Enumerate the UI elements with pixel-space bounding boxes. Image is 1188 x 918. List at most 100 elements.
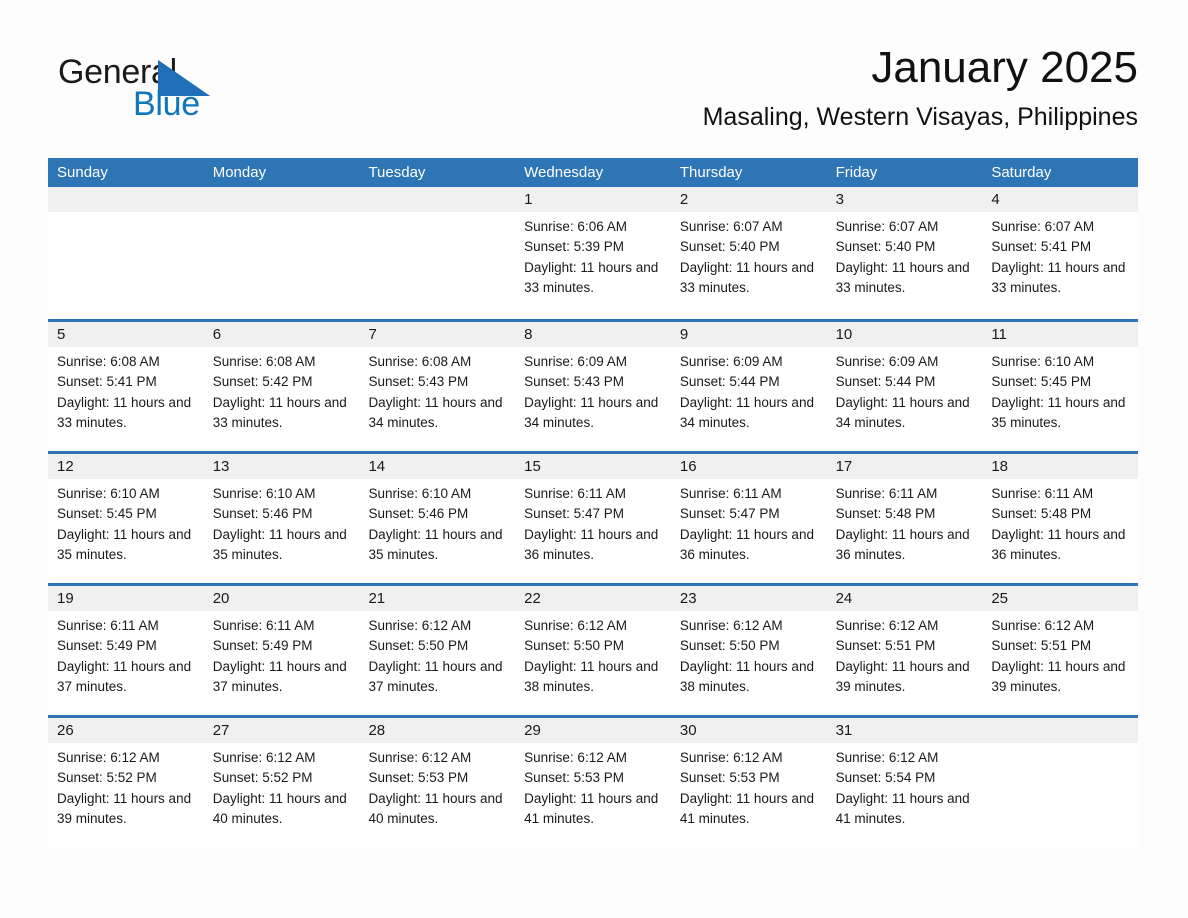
daylight-text: Daylight: 11 hours and 33 minutes. (524, 259, 659, 295)
daylight-text: Daylight: 11 hours and 34 minutes. (679, 394, 814, 430)
day-cell[interactable]: 4 Sunrise: 6:07 AM Sunset: 5:41 PM Daylight… (982, 187, 1139, 319)
day-cell-empty (359, 187, 516, 319)
day-details: Sunrise: 6:12 AM Sunset: 5:53 PM Daylight:… (515, 743, 671, 829)
day-cell[interactable]: 15 Sunrise: 6:11 AM Sunset: 5:47 PM Dayligh… (515, 454, 671, 583)
daylight-text: Daylight: 11 hours and 41 minutes. (524, 790, 659, 826)
sunset-text: Sunset: 5:49 PM (57, 638, 157, 654)
day-cell[interactable]: 3 Sunrise: 6:07 AM Sunset: 5:40 PM Daylight… (826, 187, 983, 319)
day-number: 23 (670, 586, 827, 611)
sunset-text: Sunset: 5:53 PM (524, 770, 624, 786)
daylight-text: Daylight: 11 hours and 33 minutes. (991, 259, 1126, 295)
general-blue-logo[interactable]: General Blue (58, 52, 318, 132)
sunrise-text: Sunrise: 6:10 AM (368, 486, 472, 501)
day-cell[interactable]: 5 Sunrise: 6:08 AM Sunset: 5:41 PM Daylight… (48, 322, 204, 451)
day-number: 24 (826, 586, 983, 611)
day-cell[interactable]: 19 Sunrise: 6:11 AM Sunset: 5:49 PM Dayligh… (48, 586, 204, 715)
sunrise-text: Sunrise: 6:12 AM (835, 618, 939, 633)
day-number: 31 (826, 718, 983, 743)
calendar-week-row: 19 Sunrise: 6:11 AM Sunset: 5:49 PM Dayligh… (48, 583, 1139, 715)
sunset-text: Sunset: 5:43 PM (368, 374, 469, 390)
daylight-text: Daylight: 11 hours and 36 minutes. (835, 526, 970, 562)
day-cell[interactable]: 13 Sunrise: 6:10 AM Sunset: 5:46 PM Dayligh… (203, 454, 360, 583)
sunset-text: Sunset: 5:46 PM (368, 506, 469, 522)
sunset-text: Sunset: 5:51 PM (991, 638, 1092, 654)
day-cell-empty (982, 718, 1139, 847)
sunrise-text: Sunrise: 6:10 AM (991, 354, 1095, 369)
day-number: 6 (203, 322, 360, 347)
sunrise-text: Sunrise: 6:11 AM (991, 486, 1094, 501)
day-cell[interactable]: 11 Sunrise: 6:10 AM Sunset: 5:45 PM Dayligh… (982, 322, 1139, 451)
day-cell[interactable]: 18 Sunrise: 6:11 AM Sunset: 5:48 PM Dayligh… (982, 454, 1139, 583)
day-cell[interactable]: 14 Sunrise: 6:10 AM Sunset: 5:46 PM Dayligh… (359, 454, 516, 583)
sunset-text: Sunset: 5:39 PM (524, 239, 624, 255)
day-details: Sunrise: 6:10 AM Sunset: 5:45 PM Daylight:… (48, 479, 204, 565)
day-details: Sunrise: 6:12 AM Sunset: 5:52 PM Daylight:… (204, 743, 360, 829)
day-number: 2 (670, 187, 827, 212)
sunset-text: Sunset: 5:52 PM (212, 770, 313, 786)
sunrise-text: Sunrise: 6:08 AM (212, 354, 316, 369)
day-number: 11 (982, 322, 1139, 347)
day-number (48, 187, 204, 212)
sunrise-text: Sunrise: 6:08 AM (368, 354, 472, 369)
day-details: Sunrise: 6:12 AM Sunset: 5:51 PM Daylight:… (827, 611, 983, 697)
day-cell[interactable]: 1 Sunrise: 6:06 AM Sunset: 5:39 PM Daylight… (515, 187, 671, 319)
day-cell-empty (203, 187, 360, 319)
day-number: 10 (826, 322, 983, 347)
sunset-text: Sunset: 5:47 PM (679, 506, 780, 522)
sunset-text: Sunset: 5:52 PM (57, 770, 157, 786)
day-number: 13 (203, 454, 360, 479)
sunset-text: Sunset: 5:40 PM (679, 239, 780, 255)
day-cell[interactable]: 7 Sunrise: 6:08 AM Sunset: 5:43 PM Daylight… (359, 322, 516, 451)
day-cell[interactable]: 30 Sunrise: 6:12 AM Sunset: 5:53 PM Dayligh… (670, 718, 827, 847)
day-details: Sunrise: 6:12 AM Sunset: 5:50 PM Daylight:… (359, 611, 515, 697)
day-cell[interactable]: 28 Sunrise: 6:12 AM Sunset: 5:53 PM Dayligh… (359, 718, 516, 847)
calendar-grid: Sunday Monday Tuesday Wednesday Thursday… (48, 158, 1139, 847)
day-cell[interactable]: 25 Sunrise: 6:12 AM Sunset: 5:51 PM Dayligh… (982, 586, 1139, 715)
day-cell[interactable]: 31 Sunrise: 6:12 AM Sunset: 5:54 PM Dayligh… (826, 718, 983, 847)
sunrise-text: Sunrise: 6:07 AM (679, 219, 783, 234)
day-cell[interactable]: 27 Sunrise: 6:12 AM Sunset: 5:52 PM Dayligh… (203, 718, 360, 847)
day-cell[interactable]: 20 Sunrise: 6:11 AM Sunset: 5:49 PM Dayligh… (203, 586, 360, 715)
sunrise-text: Sunrise: 6:09 AM (835, 354, 939, 369)
day-cell[interactable]: 6 Sunrise: 6:08 AM Sunset: 5:42 PM Daylight… (203, 322, 360, 451)
day-cell[interactable]: 26 Sunrise: 6:12 AM Sunset: 5:52 PM Dayligh… (48, 718, 204, 847)
sunrise-text: Sunrise: 6:09 AM (679, 354, 783, 369)
title-block: January 2025 Masaling, Western Visayas, … (703, 40, 1138, 134)
day-cell[interactable]: 12 Sunrise: 6:10 AM Sunset: 5:45 PM Dayligh… (48, 454, 204, 583)
daylight-text: Daylight: 11 hours and 36 minutes. (679, 526, 814, 562)
day-details: Sunrise: 6:07 AM Sunset: 5:40 PM Daylight:… (671, 212, 827, 298)
day-details: Sunrise: 6:11 AM Sunset: 5:49 PM Daylight:… (204, 611, 360, 697)
day-details: Sunrise: 6:08 AM Sunset: 5:42 PM Daylight:… (204, 347, 360, 433)
daylight-text: Daylight: 11 hours and 39 minutes. (991, 658, 1126, 694)
day-cell[interactable]: 8 Sunrise: 6:09 AM Sunset: 5:43 PM Daylight… (515, 322, 671, 451)
sunrise-text: Sunrise: 6:11 AM (212, 618, 315, 633)
calendar-week-row: 5 Sunrise: 6:08 AM Sunset: 5:41 PM Daylight… (48, 319, 1139, 451)
day-cell[interactable]: 10 Sunrise: 6:09 AM Sunset: 5:44 PM Dayligh… (826, 322, 983, 451)
daylight-text: Daylight: 11 hours and 41 minutes. (679, 790, 814, 826)
day-cell[interactable]: 24 Sunrise: 6:12 AM Sunset: 5:51 PM Dayligh… (826, 586, 983, 715)
day-cell[interactable]: 9 Sunrise: 6:09 AM Sunset: 5:44 PM Daylight… (670, 322, 827, 451)
sunrise-text: Sunrise: 6:07 AM (835, 219, 939, 234)
day-cell[interactable]: 2 Sunrise: 6:07 AM Sunset: 5:40 PM Daylight… (670, 187, 827, 319)
day-cell[interactable]: 23 Sunrise: 6:12 AM Sunset: 5:50 PM Dayligh… (670, 586, 827, 715)
day-cell[interactable]: 16 Sunrise: 6:11 AM Sunset: 5:47 PM Dayligh… (670, 454, 827, 583)
sunset-text: Sunset: 5:53 PM (679, 770, 780, 786)
sunrise-text: Sunrise: 6:11 AM (57, 618, 159, 633)
weekday-header-friday: Friday (835, 164, 878, 181)
weekday-header-tuesday: Tuesday (368, 164, 426, 181)
day-cell[interactable]: 29 Sunrise: 6:12 AM Sunset: 5:53 PM Dayligh… (515, 718, 671, 847)
page-subtitle: Masaling, Western Visayas, Philippines (702, 103, 1138, 131)
sunset-text: Sunset: 5:49 PM (212, 638, 313, 654)
sunset-text: Sunset: 5:40 PM (835, 239, 936, 255)
sunset-text: Sunset: 5:43 PM (524, 374, 624, 390)
sunrise-text: Sunrise: 6:12 AM (835, 750, 939, 765)
day-cell-empty (48, 187, 204, 319)
page-title: January 2025 (871, 43, 1138, 92)
day-cell[interactable]: 17 Sunrise: 6:11 AM Sunset: 5:48 PM Dayligh… (826, 454, 983, 583)
daylight-text: Daylight: 11 hours and 33 minutes. (57, 394, 192, 430)
day-cell[interactable]: 21 Sunrise: 6:12 AM Sunset: 5:50 PM Dayligh… (359, 586, 516, 715)
page-header: General Blue January 2025 Masaling, West… (48, 40, 1138, 145)
day-number: 5 (48, 322, 204, 347)
day-cell[interactable]: 22 Sunrise: 6:12 AM Sunset: 5:50 PM Dayligh… (515, 586, 671, 715)
day-number: 3 (826, 187, 983, 212)
